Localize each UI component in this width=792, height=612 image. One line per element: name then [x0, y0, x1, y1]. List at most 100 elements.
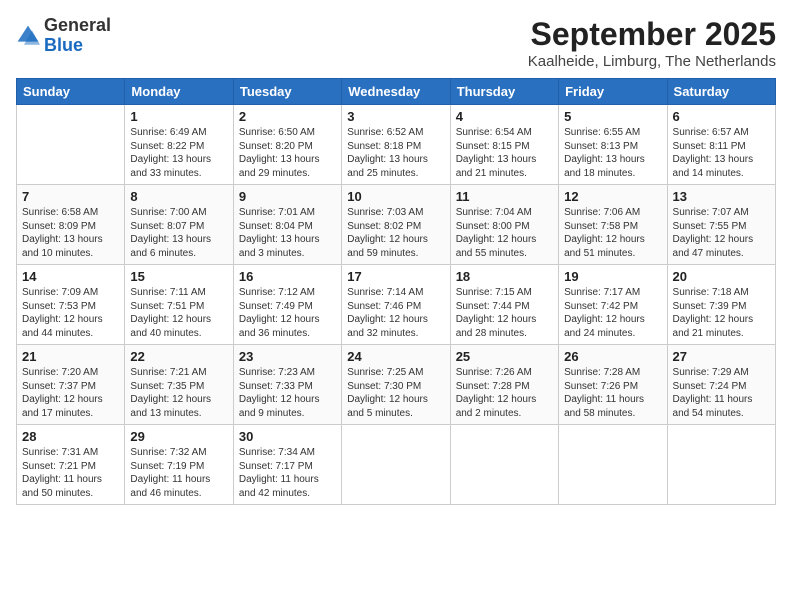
cell-info: Sunrise: 6:54 AMSunset: 8:15 PMDaylight:…: [456, 126, 553, 180]
cell-info: Sunrise: 6:49 AMSunset: 8:22 PMDaylight:…: [130, 126, 227, 180]
cell-info: Sunrise: 7:11 AMSunset: 7:51 PMDaylight:…: [130, 286, 227, 340]
cell-info: Sunrise: 7:03 AMSunset: 8:02 PMDaylight:…: [347, 206, 444, 260]
page-header: General Blue September 2025 Kaalheide, L…: [16, 16, 776, 70]
cell-info: Sunrise: 7:31 AMSunset: 7:21 PMDaylight:…: [22, 446, 119, 500]
weekday-header: Sunday: [17, 79, 125, 105]
cell-info: Sunrise: 7:29 AMSunset: 7:24 PMDaylight:…: [673, 366, 770, 420]
cell-info: Sunrise: 7:20 AMSunset: 7:37 PMDaylight:…: [22, 366, 119, 420]
day-number: 15: [130, 269, 227, 284]
day-number: 5: [564, 109, 661, 124]
cell-info: Sunrise: 7:21 AMSunset: 7:35 PMDaylight:…: [130, 366, 227, 420]
calendar-cell: 1 Sunrise: 6:49 AMSunset: 8:22 PMDaylight…: [125, 105, 233, 185]
day-number: 20: [673, 269, 770, 284]
day-number: 8: [130, 189, 227, 204]
cell-info: Sunrise: 7:15 AMSunset: 7:44 PMDaylight:…: [456, 286, 553, 340]
day-number: 28: [22, 429, 119, 444]
calendar-cell: 24Sunrise: 7:25 AMSunset: 7:30 PMDayligh…: [342, 345, 450, 425]
day-number: 3: [347, 109, 444, 124]
day-number: 2: [239, 109, 336, 124]
calendar-cell: 8 Sunrise: 7:00 AMSunset: 8:07 PMDaylight…: [125, 185, 233, 265]
calendar-cell: [17, 105, 125, 185]
cell-info: Sunrise: 7:01 AMSunset: 8:04 PMDaylight:…: [239, 206, 336, 260]
cell-info: Sunrise: 7:17 AMSunset: 7:42 PMDaylight:…: [564, 286, 661, 340]
calendar-week-row: 28 Sunrise: 7:31 AMSunset: 7:21 PMDayligh…: [17, 425, 776, 505]
day-number: 18: [456, 269, 553, 284]
day-number: 16: [239, 269, 336, 284]
logo: General Blue: [16, 16, 111, 56]
calendar-cell: 21 Sunrise: 7:20 AMSunset: 7:37 PMDayligh…: [17, 345, 125, 425]
cell-info: Sunrise: 7:12 AMSunset: 7:49 PMDaylight:…: [239, 286, 336, 340]
day-number: 26: [564, 349, 661, 364]
calendar-cell: 20 Sunrise: 7:18 AMSunset: 7:39 PMDayligh…: [667, 265, 775, 345]
calendar-cell: 9 Sunrise: 7:01 AMSunset: 8:04 PMDaylight…: [233, 185, 341, 265]
day-number: 30: [239, 429, 336, 444]
calendar-week-row: 7Sunrise: 6:58 AMSunset: 8:09 PMDaylight…: [17, 185, 776, 265]
cell-info: Sunrise: 7:25 AMSunset: 7:30 PMDaylight:…: [347, 366, 444, 420]
calendar-cell: 14Sunrise: 7:09 AMSunset: 7:53 PMDayligh…: [17, 265, 125, 345]
calendar-cell: 23Sunrise: 7:23 AMSunset: 7:33 PMDayligh…: [233, 345, 341, 425]
day-number: 25: [456, 349, 553, 364]
calendar-cell: 5Sunrise: 6:55 AMSunset: 8:13 PMDaylight…: [559, 105, 667, 185]
day-number: 21: [22, 349, 119, 364]
calendar-header-row: SundayMondayTuesdayWednesdayThursdayFrid…: [17, 79, 776, 105]
weekday-header: Wednesday: [342, 79, 450, 105]
calendar-cell: 29 Sunrise: 7:32 AMSunset: 7:19 PMDayligh…: [125, 425, 233, 505]
cell-info: Sunrise: 7:00 AMSunset: 8:07 PMDaylight:…: [130, 206, 227, 260]
weekday-header: Friday: [559, 79, 667, 105]
cell-info: Sunrise: 7:09 AMSunset: 7:53 PMDaylight:…: [22, 286, 119, 340]
calendar-cell: 27 Sunrise: 7:29 AMSunset: 7:24 PMDayligh…: [667, 345, 775, 425]
logo-blue: Blue: [44, 36, 111, 56]
cell-info: Sunrise: 7:07 AMSunset: 7:55 PMDaylight:…: [673, 206, 770, 260]
cell-info: Sunrise: 7:23 AMSunset: 7:33 PMDaylight:…: [239, 366, 336, 420]
day-number: 4: [456, 109, 553, 124]
calendar-cell: [559, 425, 667, 505]
day-number: 17: [347, 269, 444, 284]
cell-info: Sunrise: 7:18 AMSunset: 7:39 PMDaylight:…: [673, 286, 770, 340]
cell-info: Sunrise: 7:34 AMSunset: 7:17 PMDaylight:…: [239, 446, 336, 500]
cell-info: Sunrise: 6:52 AMSunset: 8:18 PMDaylight:…: [347, 126, 444, 180]
weekday-header: Thursday: [450, 79, 558, 105]
weekday-header: Monday: [125, 79, 233, 105]
calendar-cell: 6 Sunrise: 6:57 AMSunset: 8:11 PMDaylight…: [667, 105, 775, 185]
day-number: 19: [564, 269, 661, 284]
calendar-cell: [667, 425, 775, 505]
logo-icon: [16, 24, 40, 48]
cell-info: Sunrise: 6:57 AMSunset: 8:11 PMDaylight:…: [673, 126, 770, 180]
calendar-cell: 2Sunrise: 6:50 AMSunset: 8:20 PMDaylight…: [233, 105, 341, 185]
calendar-cell: 30 Sunrise: 7:34 AMSunset: 7:17 PMDayligh…: [233, 425, 341, 505]
calendar-cell: 12Sunrise: 7:06 AMSunset: 7:58 PMDayligh…: [559, 185, 667, 265]
weekday-header: Tuesday: [233, 79, 341, 105]
logo-general: General: [44, 16, 111, 36]
day-number: 12: [564, 189, 661, 204]
calendar-cell: 10Sunrise: 7:03 AMSunset: 8:02 PMDayligh…: [342, 185, 450, 265]
day-number: 22: [130, 349, 227, 364]
calendar-week-row: 21 Sunrise: 7:20 AMSunset: 7:37 PMDayligh…: [17, 345, 776, 425]
month-title: September 2025: [528, 16, 776, 53]
calendar-cell: 18 Sunrise: 7:15 AMSunset: 7:44 PMDayligh…: [450, 265, 558, 345]
day-number: 27: [673, 349, 770, 364]
calendar-cell: 26 Sunrise: 7:28 AMSunset: 7:26 PMDayligh…: [559, 345, 667, 425]
calendar-cell: 3 Sunrise: 6:52 AMSunset: 8:18 PMDaylight…: [342, 105, 450, 185]
cell-info: Sunrise: 7:04 AMSunset: 8:00 PMDaylight:…: [456, 206, 553, 260]
logo-text: General Blue: [44, 16, 111, 56]
calendar-cell: 17Sunrise: 7:14 AMSunset: 7:46 PMDayligh…: [342, 265, 450, 345]
day-number: 1: [130, 109, 227, 124]
day-number: 11: [456, 189, 553, 204]
calendar-cell: 25 Sunrise: 7:26 AMSunset: 7:28 PMDayligh…: [450, 345, 558, 425]
calendar-cell: 4 Sunrise: 6:54 AMSunset: 8:15 PMDaylight…: [450, 105, 558, 185]
cell-info: Sunrise: 7:26 AMSunset: 7:28 PMDaylight:…: [456, 366, 553, 420]
day-number: 6: [673, 109, 770, 124]
calendar-table: SundayMondayTuesdayWednesdayThursdayFrid…: [16, 78, 776, 505]
calendar-cell: [450, 425, 558, 505]
calendar-cell: 13Sunrise: 7:07 AMSunset: 7:55 PMDayligh…: [667, 185, 775, 265]
location: Kaalheide, Limburg, The Netherlands: [528, 53, 776, 70]
cell-info: Sunrise: 7:28 AMSunset: 7:26 PMDaylight:…: [564, 366, 661, 420]
calendar-cell: [342, 425, 450, 505]
day-number: 9: [239, 189, 336, 204]
calendar-cell: 11 Sunrise: 7:04 AMSunset: 8:00 PMDayligh…: [450, 185, 558, 265]
calendar-cell: 28 Sunrise: 7:31 AMSunset: 7:21 PMDayligh…: [17, 425, 125, 505]
cell-info: Sunrise: 7:32 AMSunset: 7:19 PMDaylight:…: [130, 446, 227, 500]
day-number: 29: [130, 429, 227, 444]
weekday-header: Saturday: [667, 79, 775, 105]
calendar-week-row: 1 Sunrise: 6:49 AMSunset: 8:22 PMDaylight…: [17, 105, 776, 185]
